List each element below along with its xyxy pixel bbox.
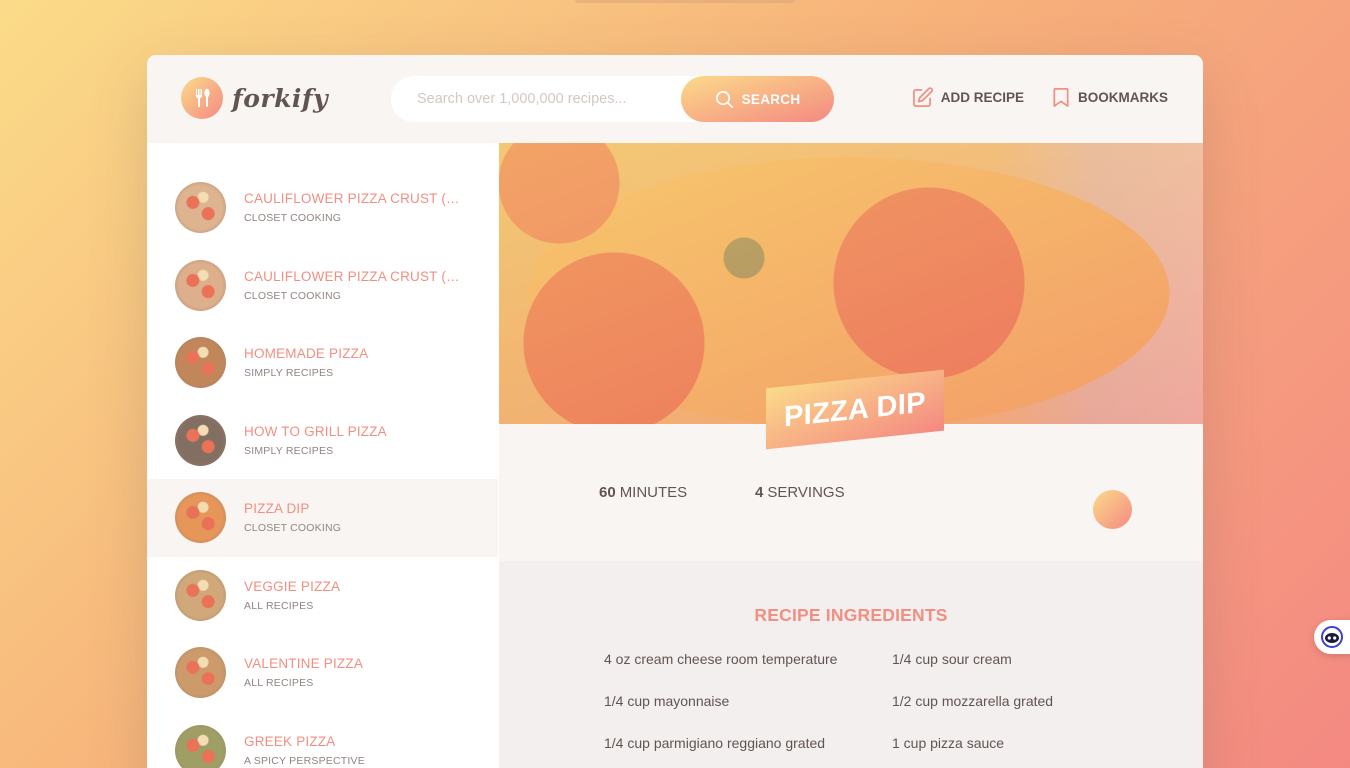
result-publisher: ALL RECIPES [244, 599, 314, 612]
recipe-details: 60 MINUTES 4 SERVINGS [499, 424, 1203, 561]
assistant-icon [1321, 626, 1343, 648]
result-publisher: SIMPLY RECIPES [244, 444, 334, 457]
ingredient-list: 4 oz cream cheese room temperature 1/4 c… [604, 651, 1164, 751]
result-item[interactable]: VEGGIE PIZZA ALL RECIPES [147, 557, 498, 635]
result-title: HOMEMADE PIZZA [244, 346, 369, 362]
logo-text: forkify [232, 83, 329, 113]
result-item[interactable]: GREEK PIZZA A SPICY PERSPECTIVE [147, 712, 498, 768]
fork-knife-icon [181, 77, 223, 119]
result-publisher: SIMPLY RECIPES [244, 367, 334, 380]
recipe-thumbnail [175, 647, 226, 699]
recipe-thumbnail [175, 724, 226, 768]
recipe-thumbnail [175, 492, 226, 544]
result-item[interactable]: CAULIFLOWER PIZZA CRUST (WIT... CLOSET C… [147, 247, 498, 325]
result-item[interactable]: CAULIFLOWER PIZZA CRUST (WIT... CLOSET C… [147, 169, 498, 247]
result-title: GREEK PIZZA [244, 733, 336, 749]
ingredient-item: 1 cup pizza sauce [892, 735, 1005, 751]
servings-label: SERVINGS [767, 484, 845, 501]
top-edge-element [575, 0, 795, 3]
recipe-thumbnail [175, 182, 226, 234]
minutes-value: 60 [599, 484, 616, 501]
app-container: forkify SEARCH ADD RECIPE [147, 55, 1203, 768]
search-button[interactable]: SEARCH [681, 76, 834, 122]
servings: 4 SERVINGS [755, 484, 845, 501]
result-item[interactable]: HOW TO GRILL PIZZA SIMPLY RECIPES [147, 402, 498, 480]
bookmarks-label: BOOKMARKS [1078, 90, 1168, 105]
ingredient-item: 1/2 cup mozzarella grated [892, 693, 1054, 709]
recipe-thumbnail [175, 414, 226, 466]
search-form: SEARCH [391, 76, 834, 122]
search-input[interactable] [417, 91, 687, 107]
search-results: CAULIFLOWER PIZZA CRUST (WIT... CLOSET C… [147, 143, 498, 768]
result-item[interactable]: HOMEMADE PIZZA SIMPLY RECIPES [147, 324, 498, 402]
logo[interactable]: forkify [181, 77, 328, 119]
ingredient-item: 1/4 cup sour cream [892, 651, 1012, 667]
result-title: PIZZA DIP [244, 501, 310, 517]
ingredient-item: 1/4 cup mayonnaise [604, 693, 730, 709]
minutes-label: MINUTES [619, 484, 688, 501]
bookmark-recipe-button[interactable] [1093, 490, 1132, 529]
bookmark-icon [1053, 88, 1069, 107]
recipe-ingredients: RECIPE INGREDIENTS 4 oz cream cheese roo… [499, 561, 1203, 768]
ingredient-item: 1/4 cup parmigiano reggiano grated [604, 735, 826, 751]
result-publisher: ALL RECIPES [244, 677, 314, 690]
cooking-time: 60 MINUTES [599, 484, 687, 501]
result-publisher: CLOSET COOKING [244, 289, 342, 302]
add-recipe-label: ADD RECIPE [940, 90, 1024, 105]
result-title: HOW TO GRILL PIZZA [244, 423, 387, 439]
result-title: CAULIFLOWER PIZZA CRUST (WIT... [244, 191, 464, 207]
result-item-active[interactable]: PIZZA DIP CLOSET COOKING [147, 479, 498, 557]
ingredients-heading: RECIPE INGREDIENTS [754, 605, 948, 625]
result-publisher: CLOSET COOKING [244, 212, 342, 225]
recipe-thumbnail [175, 337, 226, 389]
search-icon [715, 90, 733, 108]
nav: ADD RECIPE BOOKMARKS [912, 87, 1168, 108]
recipe-thumbnail [175, 259, 226, 311]
result-title: VEGGIE PIZZA [244, 578, 341, 594]
result-publisher: CLOSET COOKING [244, 522, 342, 535]
bookmarks-button[interactable]: BOOKMARKS [1052, 87, 1168, 108]
edit-icon [912, 87, 933, 107]
servings-value: 4 [755, 484, 764, 501]
result-item[interactable]: VALENTINE PIZZA ALL RECIPES [147, 634, 498, 712]
search-button-label: SEARCH [741, 91, 801, 107]
result-publisher: A SPICY PERSPECTIVE [244, 754, 365, 767]
header: forkify SEARCH ADD RECIPE [147, 55, 1203, 143]
ingredient-item: 4 oz cream cheese room temperature [604, 651, 838, 667]
recipe-thumbnail [175, 569, 226, 621]
assistant-widget[interactable] [1314, 620, 1350, 654]
result-title: CAULIFLOWER PIZZA CRUST (WIT... [244, 268, 464, 284]
recipe-view: PIZZA DIP 60 MINUTES 4 SERVINGS RECIPE ING… [499, 143, 1203, 768]
recipe-title-text: PIZZA DIP [784, 386, 926, 434]
result-title: VALENTINE PIZZA [244, 656, 364, 672]
add-recipe-button[interactable]: ADD RECIPE [912, 87, 1024, 108]
